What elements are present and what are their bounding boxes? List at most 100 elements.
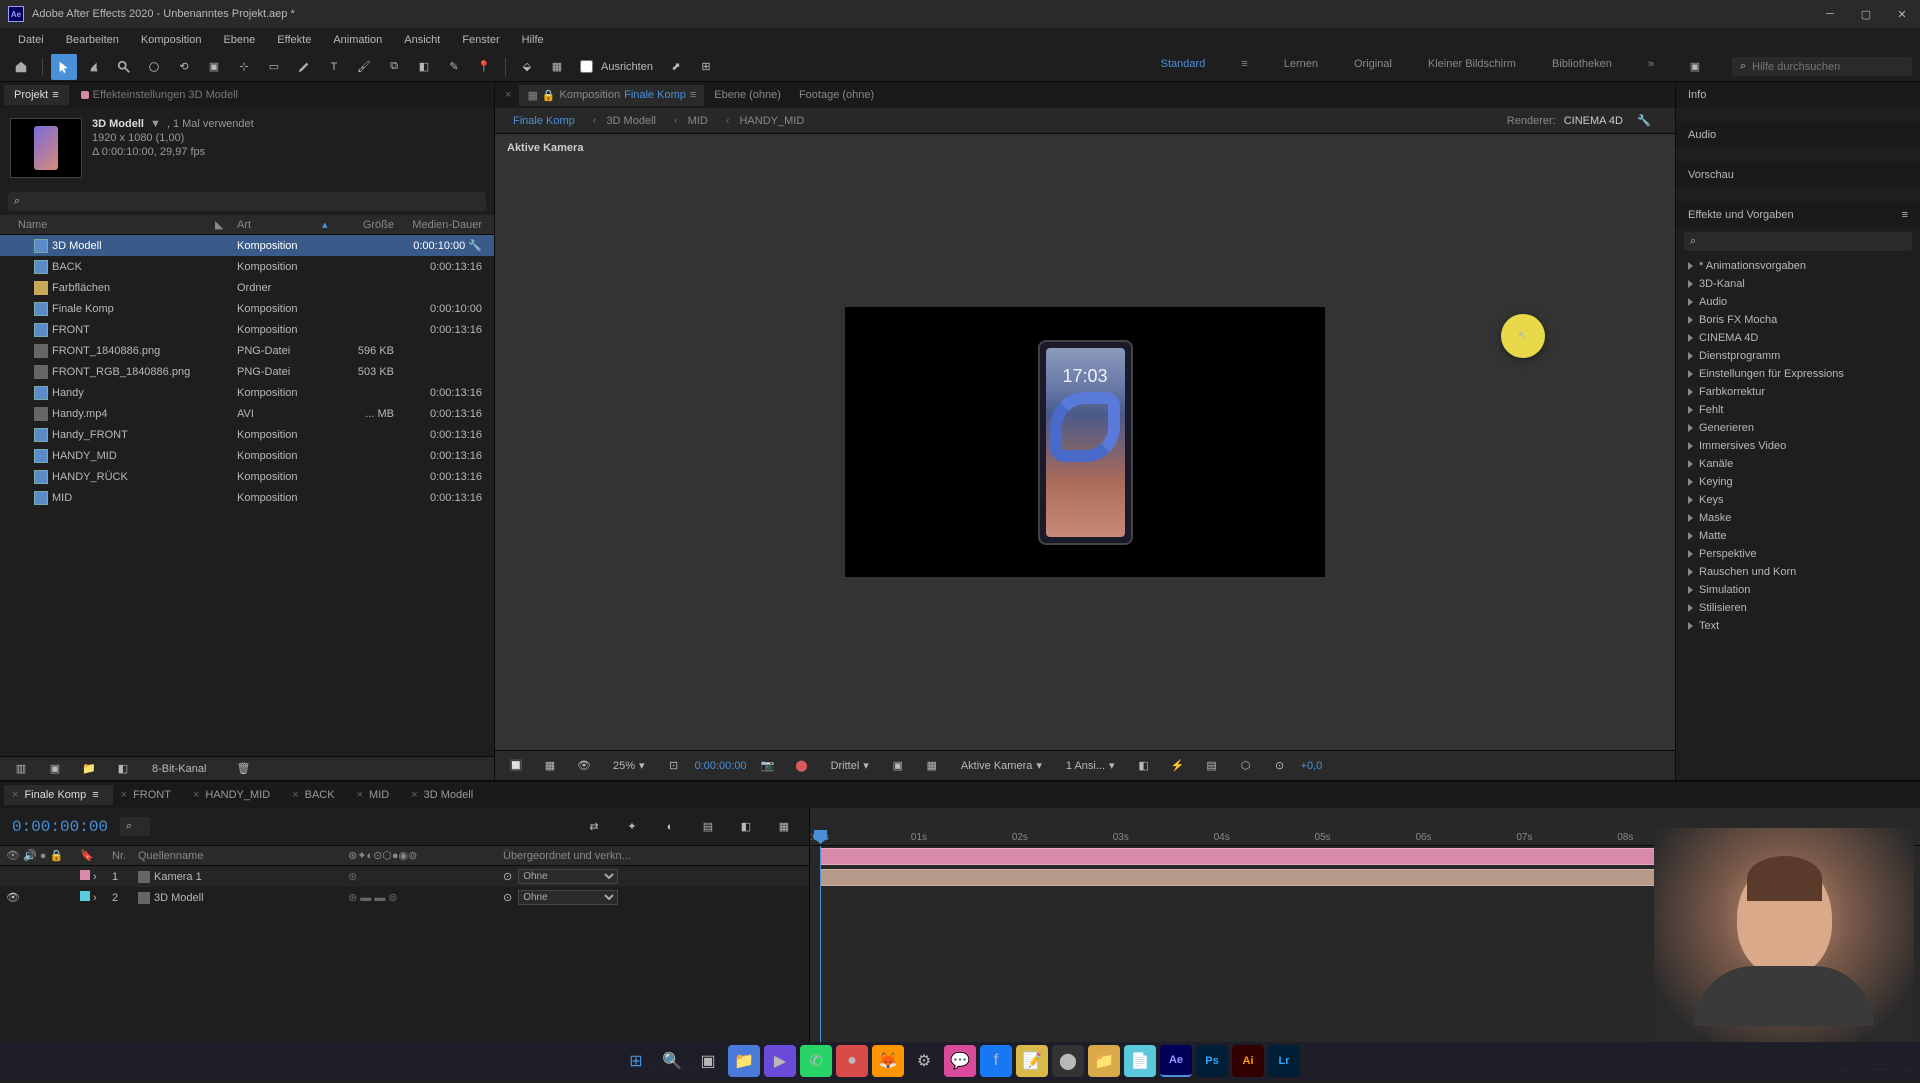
- effect-category[interactable]: * Animationsvorgaben: [1676, 257, 1920, 275]
- notepad-icon[interactable]: 📄: [1124, 1045, 1156, 1077]
- channel-icon[interactable]: ⬤: [789, 753, 815, 779]
- effect-category[interactable]: Text: [1676, 617, 1920, 635]
- panel-menu-icon[interactable]: ≡: [690, 89, 696, 101]
- aftereffects-taskbar[interactable]: Ae: [1160, 1045, 1192, 1077]
- workspace-kleiner[interactable]: Kleiner Bildschirm: [1420, 54, 1524, 80]
- zoom-tool[interactable]: [111, 54, 137, 80]
- timeline-tab[interactable]: ×3D Modell: [403, 785, 487, 805]
- exposure-reset-icon[interactable]: ⊙: [1267, 753, 1293, 779]
- clone-tool[interactable]: ⧉: [381, 54, 407, 80]
- facebook-icon[interactable]: f: [980, 1045, 1012, 1077]
- app-icon-3[interactable]: ⚙: [908, 1045, 940, 1077]
- breadcrumb-item[interactable]: ‹MID: [674, 115, 708, 127]
- panel-effects-presets[interactable]: Effekte und Vorgaben≡: [1676, 202, 1920, 228]
- exposure-value[interactable]: +0,0: [1301, 760, 1323, 772]
- timeline-tab[interactable]: ×BACK: [284, 785, 348, 805]
- menu-ansicht[interactable]: Ansicht: [394, 31, 450, 49]
- folder-taskbar[interactable]: 📁: [1088, 1045, 1120, 1077]
- project-item[interactable]: FRONT_RGB_1840886.png PNG-Datei 503 KB: [0, 361, 494, 382]
- timeline-layer[interactable]: 👁 › 2 3D Modell ⊛ ▬ ▬ ⊚ ⊙Ohne: [0, 887, 809, 908]
- project-search[interactable]: ⌕: [8, 192, 486, 211]
- effect-category[interactable]: Keys: [1676, 491, 1920, 509]
- illustrator-taskbar[interactable]: Ai: [1232, 1045, 1264, 1077]
- mask-icon[interactable]: 👁: [571, 753, 597, 779]
- wrench-icon[interactable]: 🔧: [1631, 108, 1657, 134]
- effect-category[interactable]: Generieren: [1676, 419, 1920, 437]
- effect-category[interactable]: Simulation: [1676, 581, 1920, 599]
- effect-category[interactable]: Perspektive: [1676, 545, 1920, 563]
- tab-effect-controls[interactable]: Effekteinstellungen 3D Modell: [71, 85, 248, 105]
- timeline-icon[interactable]: ▤: [1199, 753, 1225, 779]
- close-comp-tab[interactable]: ×: [499, 89, 517, 101]
- tl-fx-icon[interactable]: ✦: [619, 814, 645, 840]
- panel-preview[interactable]: Vorschau: [1676, 162, 1920, 188]
- app-icon-4[interactable]: 📝: [1016, 1045, 1048, 1077]
- panel-menu-icon[interactable]: ≡: [52, 89, 58, 101]
- camera-tool[interactable]: ▣: [201, 54, 227, 80]
- effect-category[interactable]: Keying: [1676, 473, 1920, 491]
- renderer-value[interactable]: CINEMA 4D: [1564, 115, 1623, 127]
- tl-shy-icon[interactable]: ⇄: [581, 814, 607, 840]
- tl-collapse-icon[interactable]: ◧: [733, 814, 759, 840]
- timeline-tab[interactable]: ×Finale Komp ≡: [4, 785, 113, 805]
- tab-footage[interactable]: Footage (ohne): [791, 85, 882, 105]
- menu-animation[interactable]: Animation: [323, 31, 392, 49]
- workspace-original[interactable]: Original: [1346, 54, 1400, 80]
- tl-draft-icon[interactable]: ▦: [771, 814, 797, 840]
- whatsapp-icon[interactable]: ✆: [800, 1045, 832, 1077]
- project-item[interactable]: MID Komposition 0:00:13:16: [0, 487, 494, 508]
- grid-icon[interactable]: ▦: [537, 753, 563, 779]
- workspace-bibliotheken[interactable]: Bibliotheken: [1544, 54, 1620, 80]
- effect-category[interactable]: Rauschen und Korn: [1676, 563, 1920, 581]
- app-icon-1[interactable]: ▶: [764, 1045, 796, 1077]
- adjustment-icon[interactable]: ◧: [110, 756, 136, 782]
- workspace-standard[interactable]: Standard: [1153, 54, 1214, 80]
- parent-dropdown[interactable]: Ohne: [518, 869, 618, 884]
- timeline-tab[interactable]: ×MID: [349, 785, 404, 805]
- project-item[interactable]: 3D Modell Komposition 0:00:10:00 🔧: [0, 235, 494, 256]
- menu-bearbeiten[interactable]: Bearbeiten: [56, 31, 129, 49]
- obs-icon[interactable]: ⬤: [1052, 1045, 1084, 1077]
- project-item[interactable]: Finale Komp Komposition 0:00:10:00: [0, 298, 494, 319]
- effect-category[interactable]: Boris FX Mocha: [1676, 311, 1920, 329]
- timeline-search[interactable]: ⌕: [120, 817, 150, 836]
- interpret-footage-icon[interactable]: ▥: [8, 756, 34, 782]
- effect-category[interactable]: Immersives Video: [1676, 437, 1920, 455]
- timeline-layer[interactable]: › 1 Kamera 1 ⊛ ⊙Ohne: [0, 866, 809, 887]
- hand-tool[interactable]: [81, 54, 107, 80]
- project-item[interactable]: Farbflächen Ordner: [0, 277, 494, 298]
- tab-projekt[interactable]: Projekt ≡: [4, 85, 69, 105]
- breadcrumb-item[interactable]: Finale Komp: [513, 115, 575, 127]
- lightroom-taskbar[interactable]: Lr: [1268, 1045, 1300, 1077]
- bpc-label[interactable]: 8-Bit-Kanal: [152, 763, 206, 775]
- roto-tool[interactable]: ✎: [441, 54, 467, 80]
- panel-info[interactable]: Info: [1676, 82, 1920, 108]
- effect-category[interactable]: Farbkorrektur: [1676, 383, 1920, 401]
- project-item[interactable]: HANDY_RÜCK Komposition 0:00:13:16: [0, 466, 494, 487]
- effect-category[interactable]: Fehlt: [1676, 401, 1920, 419]
- breadcrumb-item[interactable]: ‹HANDY_MID: [726, 115, 804, 127]
- workspace-more-icon[interactable]: ≡: [1233, 54, 1255, 80]
- pixel-aspect-icon[interactable]: ◧: [1131, 753, 1157, 779]
- effect-category[interactable]: Dienstprogramm: [1676, 347, 1920, 365]
- start-button[interactable]: ⊞: [620, 1045, 652, 1077]
- menu-datei[interactable]: Datei: [8, 31, 54, 49]
- parent-dropdown[interactable]: Ohne: [518, 890, 618, 905]
- firefox-icon[interactable]: 🦊: [872, 1045, 904, 1077]
- mesh-tool[interactable]: ▦: [544, 54, 570, 80]
- snap-tool[interactable]: ⬙: [514, 54, 540, 80]
- views-dropdown[interactable]: 1 Ansi... ▾: [1058, 757, 1123, 774]
- new-folder-icon[interactable]: 📁: [76, 756, 102, 782]
- close-button[interactable]: ✕: [1892, 4, 1912, 24]
- pen-tool[interactable]: [291, 54, 317, 80]
- snapshot-icon[interactable]: 📷: [755, 753, 781, 779]
- rotate-tool[interactable]: ⟲: [171, 54, 197, 80]
- flowchart-icon[interactable]: ⬡: [1233, 753, 1259, 779]
- selection-tool[interactable]: [51, 54, 77, 80]
- zoom-dropdown[interactable]: 25% ▾: [605, 757, 653, 774]
- explorer-icon[interactable]: 📁: [728, 1045, 760, 1077]
- project-item[interactable]: Handy Komposition 0:00:13:16: [0, 382, 494, 403]
- tl-mb-icon[interactable]: ◐: [657, 814, 683, 840]
- text-tool[interactable]: T: [321, 54, 347, 80]
- puppet-tool[interactable]: 📍: [471, 54, 497, 80]
